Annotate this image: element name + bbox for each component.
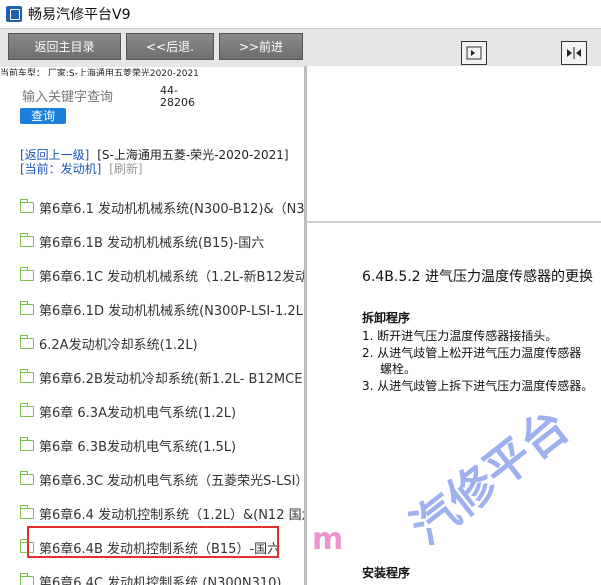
document-heading: 6.4B.5.2 进气压力温度传感器的更换 [362,269,594,285]
search-input[interactable]: 输入关键字查询 [22,86,113,105]
list-item[interactable]: 第6章 6.3A发动机电气系统(1.2L) [20,401,236,421]
step-3: 3. 从进气歧管上拆下进气压力温度传感器。 [362,379,594,393]
step-2: 2. 从进气歧管上松开进气压力温度传感器 [362,346,582,360]
folder-icon [20,232,34,247]
list-item[interactable]: 第6章6.4C 发动机控制系统 (N300N310) [20,571,282,585]
step-2-cont: 螺栓。 [380,362,417,376]
folder-icon [20,300,34,315]
refresh-link[interactable]: [刷新] [109,162,142,176]
list-item[interactable]: 第6章6.1B 发动机机械系统(B15)-国六 [20,231,264,251]
folder-icon [20,198,34,213]
back-to-main-button[interactable]: 返回主目录 [8,33,121,60]
forward-button[interactable]: >>前进 [219,33,303,60]
toolbar: 返回主目录 <<后退. >>前进 全屏 菜单 [0,28,601,96]
folder-icon [20,368,34,383]
back-button[interactable]: <<后退. [126,33,214,60]
title-bar: 畅易汽修平台V9 [0,0,601,28]
install-title: 安装程序 [362,566,411,580]
current-category: [当前：发动机] [20,162,102,176]
removal-title: 拆卸程序 [362,311,411,325]
folder-icon [20,504,34,519]
folder-icon [20,470,34,485]
folder-icon [20,266,34,281]
folder-icon [20,436,34,451]
list-item[interactable]: 第6章6.2B发动机冷却系统(新1.2L- B12MCE， [20,367,305,387]
selected-item-highlight [27,526,279,558]
left-panel: 输入关键字查询 查询 44- 28206 [返回上一级] [S-上海通用五菱-荣… [0,76,305,585]
code-display: 44- 28206 [160,84,195,109]
query-button[interactable]: 查询 [20,108,66,124]
folder-icon [20,402,34,417]
list-item[interactable]: 6.2A发动机冷却系统(1.2L) [20,333,198,353]
list-item[interactable]: 第6章6.1C 发动机机械系统（1.2L-新B12发动 [20,265,305,285]
list-item[interactable]: 第6章6.1 发动机机械系统(N300-B12)&（N3 [20,197,305,217]
document-separator [307,221,601,223]
window-title: 畅易汽修平台V9 [28,7,131,23]
back-up-link[interactable]: [返回上一级] [20,148,89,162]
list-item[interactable]: 第6章6.4 发动机控制系统（1.2L）&(N12 国六 [20,503,305,523]
expand-icon [567,47,581,59]
fullscreen-button[interactable] [561,41,587,65]
step-1: 1. 断开进气压力温度传感器接插头。 [362,329,558,343]
panel-left-icon [466,46,482,60]
breadcrumb: [返回上一级] [S-上海通用五菱-荣光-2020-2021] [当前：发动机]… [20,148,290,176]
watermark-fragment: m [312,522,344,557]
app-icon [6,6,22,22]
list-item[interactable]: 第6章 6.3B发动机电气系统(1.5L) [20,435,236,455]
folder-icon [20,572,34,585]
vehicle-path: [S-上海通用五菱-荣光-2020-2021] [97,148,289,162]
search-area: 输入关键字查询 查询 [18,82,158,124]
list-item[interactable]: 第6章6.3C 发动机电气系统（五菱荣光S-LSI） [20,469,305,489]
list-item[interactable]: 第6章6.1D 发动机机械系统(N300P-LSI-1.2L) [20,299,305,319]
collapse-left-button[interactable] [461,41,487,65]
folder-icon [20,334,34,349]
